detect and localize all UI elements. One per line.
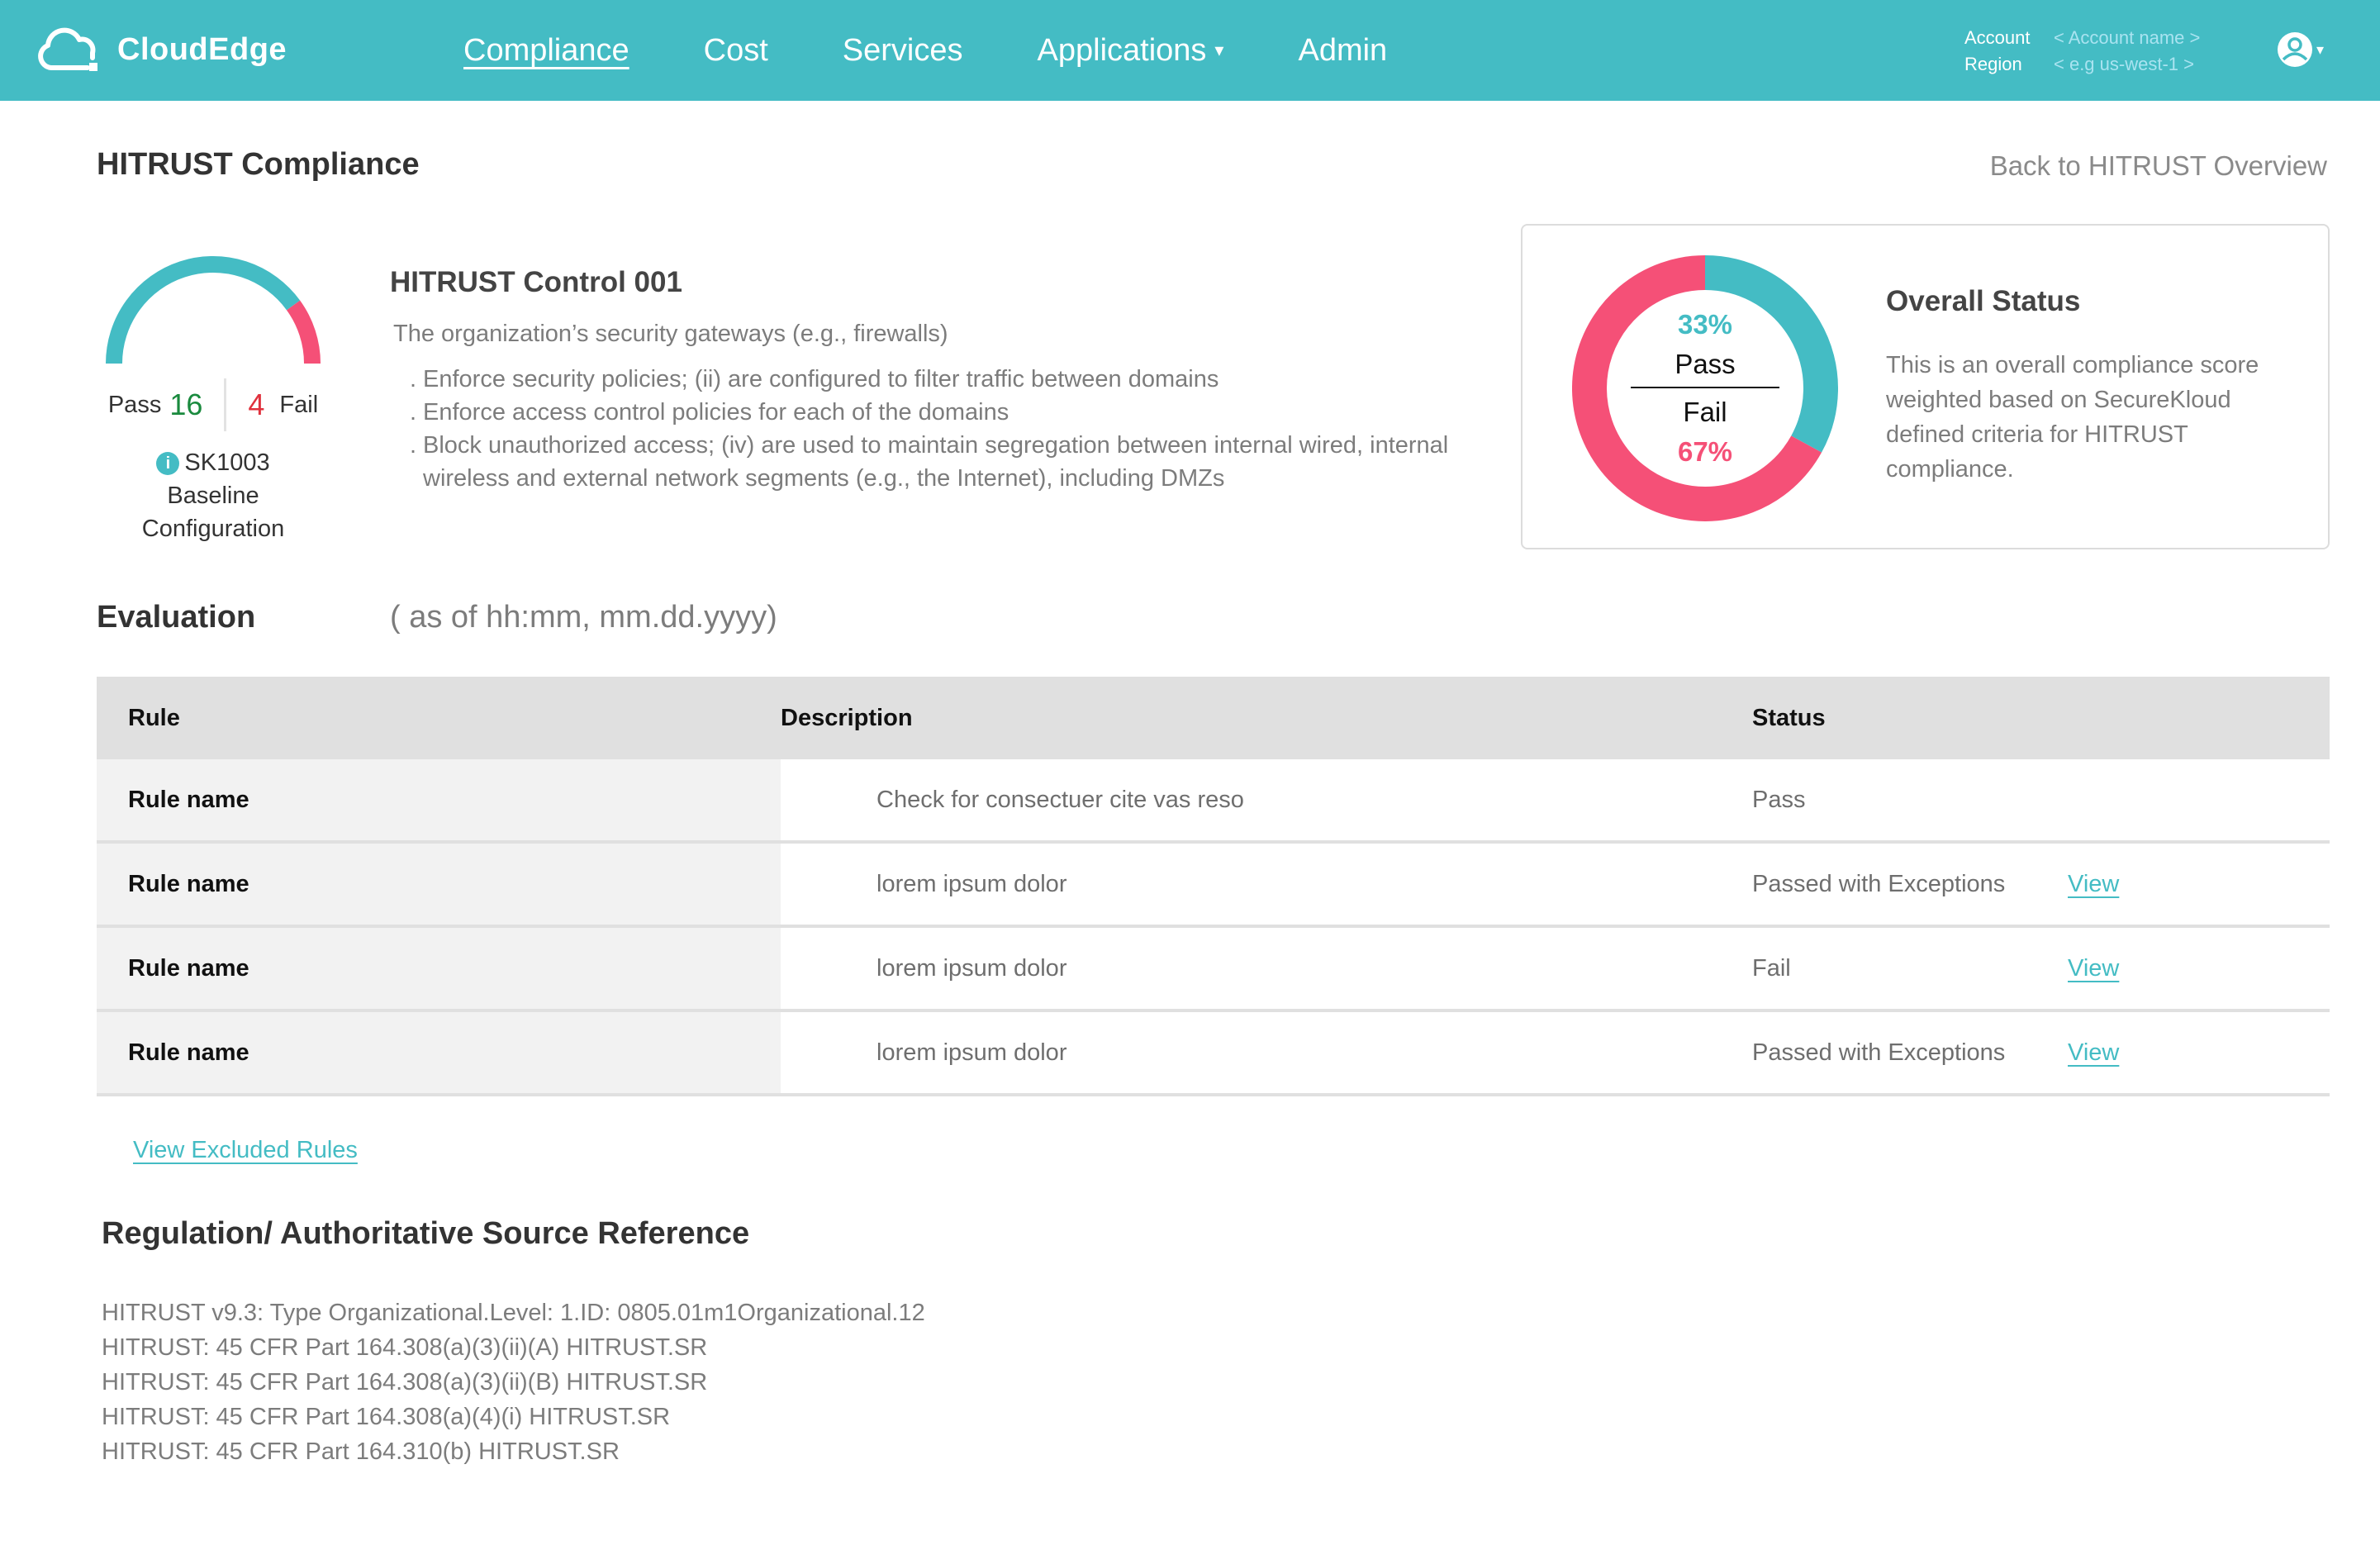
rule-info: i SK1003 Baseline Configuration <box>97 446 329 545</box>
bullet: . <box>410 432 417 459</box>
table-header: Rule Description Status <box>97 677 2330 759</box>
control-details: HITRUST Control 001 The organization’s s… <box>390 266 1464 495</box>
requirement-item: . Enforce access control policies for eac… <box>410 396 1464 429</box>
user-avatar-icon <box>2278 32 2312 67</box>
account-value[interactable]: < Account name > <box>2054 25 2200 51</box>
table-row[interactable]: Rule name lorem ipsum dolor Passed with … <box>97 1012 2330 1096</box>
column-header-rule[interactable]: Rule <box>97 705 781 732</box>
rule-status: Passed with Exceptions <box>1752 870 2006 897</box>
top-navigation-bar: CloudEdge Compliance Cost Services Appli… <box>0 0 2380 101</box>
view-excluded-rules-link[interactable]: View Excluded Rules <box>133 1137 358 1164</box>
regulation-item: HITRUST: 45 CFR Part 164.308(a)(4)(i) HI… <box>102 1404 671 1430</box>
nav-applications[interactable]: Applications ▾ <box>1038 33 1224 69</box>
info-icon[interactable]: i <box>156 452 180 475</box>
main-nav: Compliance Cost Services Applications ▾ A… <box>463 0 1461 101</box>
nav-services-label: Services <box>842 32 963 68</box>
evaluation-title: Evaluation <box>97 600 256 635</box>
requirement-item: . Enforce security policies; (ii) are con… <box>410 363 1464 396</box>
control-description: The organization’s security gateways (e.… <box>393 321 948 347</box>
fail-count: 4 <box>248 388 265 421</box>
nav-admin[interactable]: Admin <box>1298 33 1387 69</box>
rule-name: Rule name <box>97 1012 781 1093</box>
donut-pass-label: Pass <box>1631 349 1779 388</box>
nav-compliance-label: Compliance <box>463 32 629 68</box>
rule-description: lorem ipsum dolor <box>876 1039 1067 1066</box>
nav-cost-label: Cost <box>703 32 768 68</box>
rule-status: Pass <box>1752 786 1806 813</box>
region-label: Region <box>1964 54 2022 74</box>
pass-percentage: 33% <box>1677 309 1733 340</box>
nav-admin-label: Admin <box>1298 32 1388 68</box>
regulation-item: HITRUST: 45 CFR Part 164.308(a)(3)(ii)(B… <box>102 1369 708 1395</box>
requirement-item: . Block unauthorized access; (iv) are use… <box>410 429 1464 495</box>
evaluation-timestamp: ( as of hh:mm, mm.dd.yyyy) <box>390 600 777 635</box>
rule-name: Rule name <box>97 844 781 925</box>
gauge-pass-arc <box>106 256 301 364</box>
view-link[interactable]: View <box>2068 955 2119 982</box>
fail-percentage: 67% <box>1677 436 1733 467</box>
nav-services[interactable]: Services <box>843 33 963 69</box>
regulation-item: HITRUST: 45 CFR Part 164.310(b) HITRUST.… <box>102 1438 620 1465</box>
control-requirements: . Enforce security policies; (ii) are con… <box>410 363 1464 495</box>
user-menu[interactable]: ▾ <box>2277 31 2324 68</box>
fail-label: Fail <box>279 391 319 418</box>
view-link[interactable]: View <box>2068 1039 2119 1067</box>
rule-description: lorem ipsum dolor <box>876 870 1067 897</box>
column-header-description[interactable]: Description <box>781 705 1752 732</box>
overall-status-title: Overall Status <box>1886 285 2081 317</box>
account-region-info: Account < Account name > Region < e.g us… <box>1964 25 2200 78</box>
bullet: . <box>410 366 417 392</box>
control-title: HITRUST Control 001 <box>390 266 682 298</box>
back-to-overview-link[interactable]: Back to HITRUST Overview <box>1990 150 2327 182</box>
column-header-status[interactable]: Status <box>1752 705 1826 732</box>
cloud-icon <box>38 27 97 71</box>
bullet: . <box>410 399 417 426</box>
pass-fail-counts: Pass 16 4 Fail <box>97 378 329 431</box>
requirement-text: Block unauthorized access; (iv) are used… <box>423 432 1449 492</box>
table-row[interactable]: Rule name lorem ipsum dolor Passed with … <box>97 844 2330 928</box>
requirement-text: Enforce access control policies for each… <box>423 399 1009 426</box>
rule-description: lorem ipsum dolor <box>876 954 1067 982</box>
rule-name: Rule name <box>97 928 781 1009</box>
overall-status-description: This is an overall compliance score weig… <box>1886 352 2259 483</box>
pass-count: 16 <box>169 388 203 421</box>
brand-logo[interactable]: CloudEdge <box>36 25 287 74</box>
chevron-down-icon: ▾ <box>1214 40 1224 60</box>
nav-compliance[interactable]: Compliance <box>463 33 629 69</box>
nav-applications-label: Applications <box>1037 32 1207 68</box>
rule-status: Fail <box>1752 954 1791 982</box>
brand-name: CloudEdge <box>117 31 287 67</box>
rule-status: Passed with Exceptions <box>1752 1039 2006 1066</box>
page-title: HITRUST Compliance <box>97 147 420 182</box>
evaluation-table: Rule Description Status Rule name Check … <box>97 677 2330 1096</box>
account-label: Account <box>1964 27 2031 48</box>
rule-category: Baseline Configuration <box>141 483 285 542</box>
regulation-list: HITRUST v9.3: Type Organizational.Level:… <box>102 1296 925 1469</box>
rule-description: Check for consectuer cite vas reso <box>876 786 1244 813</box>
chevron-down-icon: ▾ <box>2316 40 2325 58</box>
overall-status-card: 33% Pass Fail 67% Overall Status This is… <box>1521 224 2330 549</box>
pass-fail-gauge <box>106 256 321 364</box>
donut-labels: 33% Pass Fail 67% <box>1572 255 1838 521</box>
table-row[interactable]: Rule name lorem ipsum dolor Fail View <box>97 928 2330 1012</box>
donut-fail-label: Fail <box>1683 397 1727 427</box>
view-link[interactable]: View <box>2068 871 2119 898</box>
region-value[interactable]: < e.g us-west-1 > <box>2054 51 2194 78</box>
regulation-title: Regulation/ Authoritative Source Referen… <box>102 1216 750 1251</box>
table-row[interactable]: Rule name Check for consectuer cite vas … <box>97 759 2330 844</box>
regulation-item: HITRUST: 45 CFR Part 164.308(a)(3)(ii)(A… <box>102 1334 708 1361</box>
nav-cost[interactable]: Cost <box>704 33 768 69</box>
rule-id: SK1003 <box>184 449 270 476</box>
rule-name: Rule name <box>97 759 781 840</box>
requirement-text: Enforce security policies; (ii) are conf… <box>423 366 1219 392</box>
pass-label: Pass <box>107 391 162 418</box>
gauge-fail-arc <box>286 300 321 364</box>
regulation-item: HITRUST v9.3: Type Organizational.Level:… <box>102 1300 925 1326</box>
